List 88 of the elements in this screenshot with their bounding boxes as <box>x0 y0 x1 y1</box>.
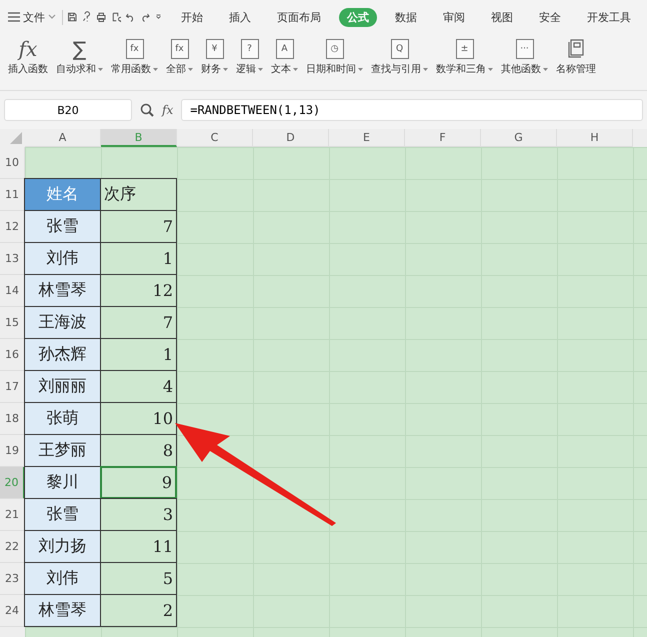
function-book-icon: ? <box>240 39 258 59</box>
caret-icon <box>48 14 56 20</box>
column-header[interactable]: D <box>253 129 329 147</box>
value-cell: 5 <box>100 562 177 595</box>
ribbon-button[interactable]: fx 全部 <box>162 36 197 76</box>
name-cell: 王梦丽 <box>24 434 101 467</box>
value-cell: 10 <box>100 402 177 435</box>
function-book-icon: fx <box>170 39 188 59</box>
value-cell: 7 <box>100 210 177 243</box>
ribbon-button[interactable]: ¥ 财务 <box>197 36 232 76</box>
menu-tab[interactable]: 数据 <box>387 8 425 26</box>
sum-icon: ∑ <box>72 37 86 61</box>
column-header[interactable]: E <box>329 129 405 147</box>
function-book-icon: ¥ <box>206 39 224 59</box>
name-cell: 刘丽丽 <box>24 370 101 403</box>
name-cell: 林雪琴 <box>24 274 101 307</box>
file-menu[interactable]: 文件 <box>8 10 63 24</box>
value-cell: 3 <box>100 498 177 531</box>
menu-tab[interactable]: 开始 <box>173 8 211 26</box>
column-header[interactable]: C <box>177 129 253 147</box>
caret-icon <box>293 68 298 70</box>
caret-icon <box>543 68 548 70</box>
name-manager-icon <box>567 39 585 59</box>
value-cell: 2 <box>100 594 177 627</box>
ribbon-button[interactable]: ? 逻辑 <box>232 36 267 76</box>
value-cell: 1 <box>100 242 177 275</box>
function-icon: fx <box>18 37 38 61</box>
name-cell: 刘伟 <box>24 242 101 275</box>
fx-label[interactable]: fx <box>162 103 174 117</box>
name-box[interactable]: B20 <box>4 99 132 121</box>
function-book-icon: A <box>276 39 294 59</box>
caret-icon <box>258 68 263 70</box>
formula-field[interactable]: =RANDBETWEEN(1,13) <box>181 99 643 121</box>
caret-icon <box>188 68 193 70</box>
value-cell: 11 <box>100 530 177 563</box>
ribbon-button[interactable]: fx 插入函数 <box>4 36 52 76</box>
menu-tab[interactable]: 插入 <box>221 8 259 26</box>
value-cell: 1 <box>100 338 177 371</box>
caret-icon <box>423 68 428 70</box>
caret-icon <box>358 68 363 70</box>
function-book-icon: fx <box>126 39 144 59</box>
ribbon-button[interactable]: ∑ 自动求和 <box>52 36 107 76</box>
name-cell: 黎川 <box>24 466 101 499</box>
value-cell: 9 <box>100 466 177 499</box>
function-book-icon: ··· <box>516 39 534 59</box>
name-cell: 王海波 <box>24 306 101 339</box>
row-header[interactable]: 10 <box>0 147 25 179</box>
menu-tab[interactable]: 审阅 <box>435 8 473 26</box>
caret-icon <box>153 68 158 70</box>
caret-icon <box>488 68 493 70</box>
menu-tab[interactable]: 安全 <box>531 8 569 26</box>
ribbon-button[interactable]: A 文本 <box>267 36 302 76</box>
function-book-icon: ◷ <box>326 39 344 59</box>
value-cell: 12 <box>100 274 177 307</box>
ribbon-button[interactable]: ··· 其他函数 <box>497 36 552 76</box>
caret-icon <box>223 68 228 70</box>
zoom-icon[interactable] <box>140 103 154 117</box>
ribbon-button[interactable]: ± 数学和三角 <box>432 36 497 76</box>
function-book-icon: ± <box>456 39 474 59</box>
column-header[interactable]: H <box>557 129 633 147</box>
value-cell: 4 <box>100 370 177 403</box>
caret-icon <box>98 68 103 70</box>
header-cell: 姓名 <box>24 178 101 211</box>
column-header[interactable]: A <box>25 129 101 147</box>
name-cell: 林雪琴 <box>24 594 101 627</box>
function-book-icon: Q <box>390 39 408 59</box>
ribbon-button[interactable]: fx 常用函数 <box>107 36 162 76</box>
print-icon[interactable] <box>96 10 106 24</box>
name-cell: 张雪 <box>24 498 101 531</box>
menu-tab[interactable]: 页面布局 <box>269 8 329 26</box>
ribbon-button[interactable]: 名称管理 <box>552 36 600 76</box>
menu-icon <box>8 12 20 22</box>
ribbon-button[interactable]: Q 查找与引用 <box>367 36 432 76</box>
value-cell: 7 <box>100 306 177 339</box>
name-cell: 张雪 <box>24 210 101 243</box>
value-cell: 8 <box>100 434 177 467</box>
column-header[interactable]: G <box>481 129 557 147</box>
menu-tab[interactable]: 视图 <box>483 8 521 26</box>
name-cell: 孙杰辉 <box>24 338 101 371</box>
header-cell: 次序 <box>100 178 177 211</box>
preview-icon[interactable] <box>110 10 121 24</box>
menu-tab[interactable]: 开发工具 <box>579 8 639 26</box>
save-icon[interactable] <box>67 10 78 24</box>
column-header[interactable]: F <box>405 129 481 147</box>
name-cell: 刘力扬 <box>24 530 101 563</box>
name-cell: 刘伟 <box>24 562 101 595</box>
name-cell: 张萌 <box>24 402 101 435</box>
ribbon-button[interactable]: ◷ 日期和时间 <box>302 36 367 76</box>
